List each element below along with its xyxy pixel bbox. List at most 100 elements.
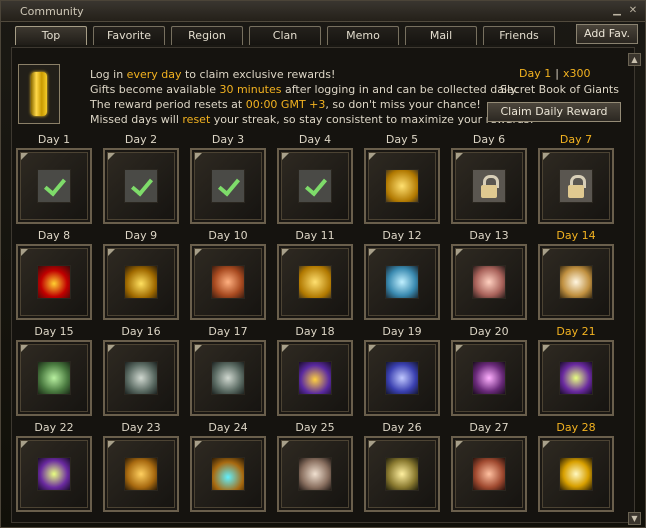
- tab-region[interactable]: Region: [171, 26, 243, 45]
- day-label: Day 2: [124, 133, 158, 146]
- day-slot[interactable]: [277, 148, 353, 224]
- info-text-part: after logging in and can be collected da…: [281, 83, 519, 96]
- grey-book-icon: [211, 361, 245, 395]
- day-label: Day 15: [34, 325, 74, 338]
- slot-corner-marker: [369, 441, 376, 448]
- slot-corner-marker: [369, 345, 376, 352]
- slot-corner-marker: [282, 153, 289, 160]
- slot-corner-marker: [108, 249, 115, 256]
- reward-summary: Day 1 | x300: [519, 67, 590, 80]
- day-slot[interactable]: [364, 436, 440, 512]
- check-icon: [124, 169, 158, 203]
- scroll-down-icon[interactable]: ▼: [628, 512, 641, 525]
- lock-icon: [559, 169, 593, 203]
- day-label: Day 21: [556, 325, 596, 338]
- slot-corner-marker: [369, 249, 376, 256]
- gold-coin-icon: [298, 265, 332, 299]
- day-slot[interactable]: [103, 436, 179, 512]
- day-slot[interactable]: [277, 340, 353, 416]
- day-label: Day 8: [37, 229, 71, 242]
- info-text-part: The reward period resets at: [90, 98, 246, 111]
- day-label: Day 7: [559, 133, 593, 146]
- mask-icon: [559, 361, 593, 395]
- slot-corner-marker: [108, 441, 115, 448]
- day-slot[interactable]: [364, 148, 440, 224]
- slot-corner-marker: [456, 441, 463, 448]
- add-fav-button[interactable]: Add Fav.: [576, 24, 638, 44]
- slot-corner-marker: [21, 153, 28, 160]
- info-text-part: Log in: [90, 68, 127, 81]
- day-slot[interactable]: [538, 244, 614, 320]
- slot-corner-marker: [543, 249, 550, 256]
- day-slot[interactable]: [103, 340, 179, 416]
- reward-preview: [18, 64, 60, 124]
- slot-corner-marker: [543, 345, 550, 352]
- day-slot[interactable]: [190, 436, 266, 512]
- scroll-up-icon[interactable]: ▲: [628, 53, 641, 66]
- slot-corner-marker: [108, 345, 115, 352]
- day-slot[interactable]: [538, 436, 614, 512]
- day-slot[interactable]: [103, 148, 179, 224]
- day-slot[interactable]: [190, 340, 266, 416]
- day-slot[interactable]: [277, 436, 353, 512]
- day-slot[interactable]: [451, 340, 527, 416]
- day-slot[interactable]: [16, 244, 92, 320]
- slot-corner-marker: [21, 249, 28, 256]
- gift-box-icon: [559, 265, 593, 299]
- gold-pouch-icon: [385, 169, 419, 203]
- pink-book-icon: [472, 265, 506, 299]
- grey-book-icon: [124, 361, 158, 395]
- slot-corner-marker: [456, 249, 463, 256]
- day-slot[interactable]: [538, 148, 614, 224]
- day-slot[interactable]: [364, 340, 440, 416]
- day-slot[interactable]: [451, 148, 527, 224]
- reward-day: Day 1: [519, 67, 552, 80]
- info-highlight: every day: [126, 68, 182, 81]
- check-icon: [211, 169, 245, 203]
- purple-crown-icon: [298, 361, 332, 395]
- day-label: Day 23: [121, 421, 161, 434]
- tab-clan[interactable]: Clan: [249, 26, 321, 45]
- reward-quantity: x300: [562, 67, 591, 80]
- slot-corner-marker: [282, 441, 289, 448]
- tab-favorite[interactable]: Favorite: [93, 26, 165, 45]
- blue-cube-icon: [385, 361, 419, 395]
- chest-icon: [124, 457, 158, 491]
- tab-friends[interactable]: Friends: [483, 26, 555, 45]
- gem-chest-icon: [211, 457, 245, 491]
- mask-icon: [37, 457, 71, 491]
- check-icon: [37, 169, 71, 203]
- day-label: Day 25: [295, 421, 335, 434]
- day-slot[interactable]: [451, 436, 527, 512]
- day-slot[interactable]: [364, 244, 440, 320]
- day-slot[interactable]: [103, 244, 179, 320]
- slot-corner-marker: [195, 441, 202, 448]
- info-highlight: reset: [182, 113, 211, 126]
- day-label: Day 24: [208, 421, 248, 434]
- close-icon[interactable]: ✕: [627, 5, 639, 17]
- day-slot[interactable]: [277, 244, 353, 320]
- day-slot[interactable]: [16, 340, 92, 416]
- claim-daily-reward-button[interactable]: Claim Daily Reward: [487, 102, 621, 122]
- title-bar[interactable]: Community ▁ ✕: [1, 1, 645, 22]
- day-slot[interactable]: [190, 244, 266, 320]
- info-line-2: Gifts become available 30 minutes after …: [90, 82, 534, 97]
- day-slot[interactable]: [538, 340, 614, 416]
- day-label: Day 1: [37, 133, 71, 146]
- day-slot[interactable]: [16, 148, 92, 224]
- info-highlight: 30 minutes: [219, 83, 282, 96]
- info-line-4: Missed days will reset your streak, so s…: [90, 112, 534, 127]
- day-slot[interactable]: [451, 244, 527, 320]
- weapon-icon: [472, 361, 506, 395]
- slot-corner-marker: [543, 441, 550, 448]
- day-slot[interactable]: [190, 148, 266, 224]
- minimize-icon[interactable]: ▁: [611, 5, 623, 17]
- day-label: Day 26: [382, 421, 422, 434]
- day-label: Day 9: [124, 229, 158, 242]
- day-slot[interactable]: [16, 436, 92, 512]
- tab-mail[interactable]: Mail: [405, 26, 477, 45]
- tab-memo[interactable]: Memo: [327, 26, 399, 45]
- day-label: Day 19: [382, 325, 422, 338]
- tab-top[interactable]: Top: [15, 26, 87, 45]
- day-label: Day 18: [295, 325, 335, 338]
